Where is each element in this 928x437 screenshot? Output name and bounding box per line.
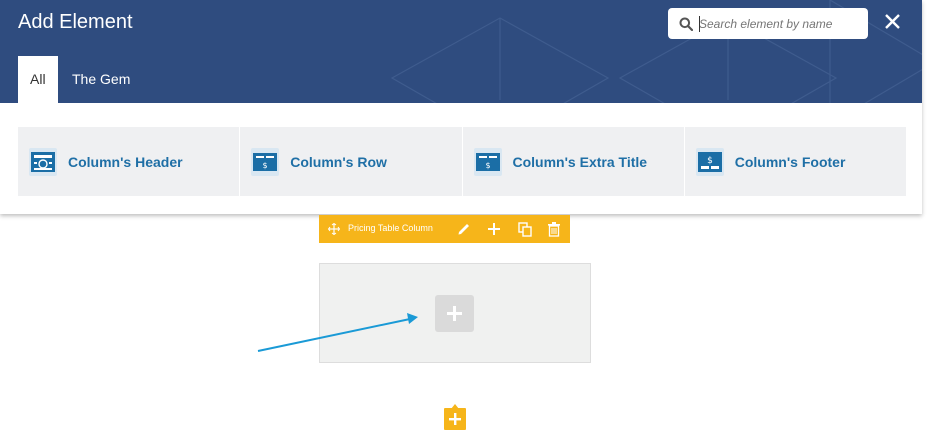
tab-all[interactable]: All: [18, 56, 58, 103]
svg-text:$: $: [707, 156, 713, 166]
add-element-button[interactable]: [435, 295, 474, 332]
tab-label: All: [30, 71, 46, 87]
pricing-footer-icon: $: [695, 147, 724, 176]
svg-text:$: $: [485, 161, 490, 170]
modal-header: Add Element All The Gem: [0, 0, 922, 103]
pricing-header-icon: [29, 147, 57, 176]
element-label: Column's Footer: [734, 153, 846, 170]
add-element-modal: Add Element All The Gem: [0, 0, 922, 214]
pricing-column-toolbar: Pricing Table Column: [319, 215, 570, 243]
modal-title: Add Element: [18, 11, 133, 33]
tab-the-gem[interactable]: The Gem: [60, 56, 142, 103]
element-column-row[interactable]: $ Column's Row: [240, 127, 463, 196]
move-icon[interactable]: [328, 223, 340, 235]
element-column-header[interactable]: Column's Header: [18, 127, 241, 196]
plus-icon: [447, 306, 462, 321]
search-box[interactable]: [668, 8, 868, 39]
text-cursor: [699, 16, 700, 32]
element-label: Column's Header: [68, 153, 183, 170]
pricing-column-body: [319, 263, 591, 363]
element-label: Column's Row: [290, 153, 387, 170]
close-icon[interactable]: [884, 13, 901, 30]
svg-text:$: $: [263, 161, 268, 170]
clone-icon[interactable]: [517, 221, 533, 237]
element-list: Column's Header $ Column's Row $ Column'…: [18, 127, 906, 196]
element-column-footer[interactable]: $ Column's Footer: [685, 127, 906, 196]
delete-icon[interactable]: [546, 221, 562, 237]
element-column-extra-title[interactable]: $ Column's Extra Title: [463, 127, 685, 196]
add-row-button[interactable]: [444, 404, 466, 430]
column-label: Pricing Table Column: [348, 223, 433, 233]
search-icon: [679, 17, 693, 31]
search-input[interactable]: [699, 14, 859, 34]
tab-label: The Gem: [72, 71, 131, 87]
pricing-row-icon: $: [251, 147, 280, 176]
edit-icon[interactable]: [456, 221, 472, 237]
pricing-extra-title-icon: $: [473, 147, 502, 176]
add-icon[interactable]: [486, 221, 502, 237]
element-label: Column's Extra Title: [512, 153, 648, 170]
